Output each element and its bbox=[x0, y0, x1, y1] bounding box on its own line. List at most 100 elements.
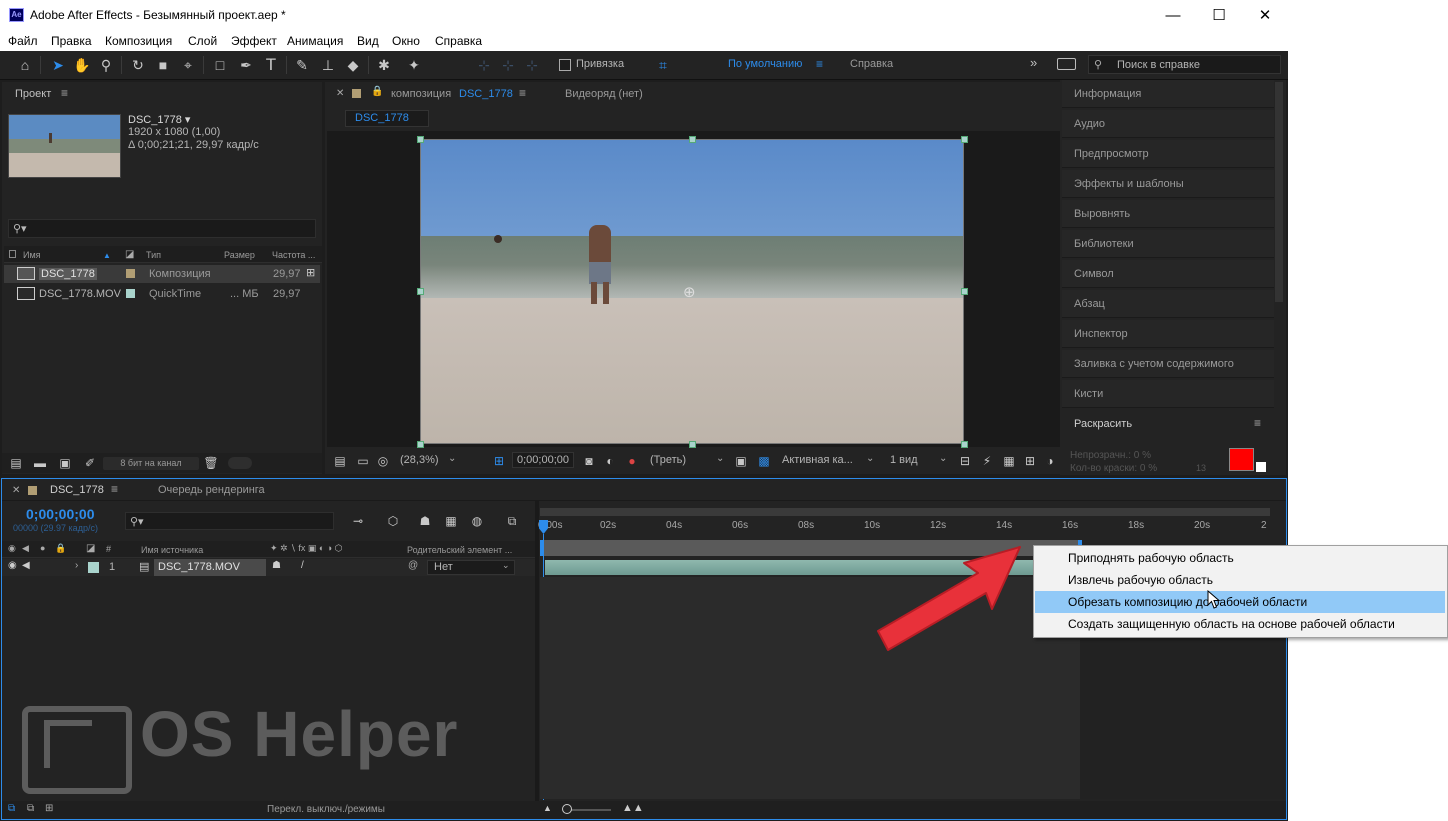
transform-handle[interactable] bbox=[961, 288, 968, 295]
chevron-down-icon[interactable]: ⌄ bbox=[939, 453, 947, 464]
layer-switches-toggle-icon[interactable]: ⧉ bbox=[8, 803, 15, 814]
chevron-down-icon[interactable]: ⌄ bbox=[502, 560, 510, 571]
snapshot-icon[interactable]: ◙ bbox=[579, 451, 599, 471]
transform-handle[interactable] bbox=[689, 441, 696, 448]
safe-margins-icon[interactable]: ⊞ bbox=[489, 451, 509, 471]
menu-edit[interactable]: Правка bbox=[51, 34, 92, 48]
toggle-pixel-aspect-icon[interactable]: ⊟ bbox=[955, 451, 975, 471]
panel-preview[interactable]: Предпросмотр bbox=[1062, 140, 1274, 168]
render-queue-tab[interactable]: Очередь рендеринга bbox=[158, 484, 265, 496]
pan-behind-icon[interactable]: ⌖ bbox=[178, 55, 198, 75]
project-row-name[interactable]: DSC_1778.MOV bbox=[39, 288, 121, 300]
draft-3d-icon[interactable]: ⬡ bbox=[383, 511, 403, 531]
selection-icon[interactable]: ➤ bbox=[48, 55, 68, 75]
shy-layers-icon[interactable]: ☗ bbox=[415, 511, 435, 531]
paint-panel-title[interactable]: Раскрасить bbox=[1074, 418, 1132, 430]
composition-tab-label[interactable]: композиция bbox=[391, 88, 451, 100]
zoom-level-select[interactable]: (28,3%) bbox=[400, 454, 439, 466]
menu-effect[interactable]: Эффект bbox=[231, 34, 277, 48]
workspace-default[interactable]: По умолчанию bbox=[728, 58, 802, 70]
axis-world-icon[interactable]: ⊹ bbox=[498, 55, 518, 75]
pen-icon[interactable]: ✒ bbox=[236, 55, 256, 75]
snap-checkbox[interactable] bbox=[559, 59, 571, 71]
axis-view-icon[interactable]: ⊹ bbox=[522, 55, 542, 75]
flowchart-icon[interactable]: ⊞ bbox=[1020, 451, 1040, 471]
text-icon[interactable]: T bbox=[261, 55, 281, 75]
rectangle-icon[interactable]: □ bbox=[210, 55, 230, 75]
sync-settings-icon[interactable] bbox=[1057, 58, 1076, 70]
help-search-input[interactable]: ⚲ Поиск в справке bbox=[1088, 55, 1281, 74]
puppet-pin-icon[interactable]: ✦ bbox=[404, 55, 424, 75]
audio-speaker-icon[interactable]: ◀ bbox=[22, 560, 30, 571]
view-layout-select[interactable]: 1 вид bbox=[890, 454, 918, 466]
roto-brush-icon[interactable]: ✱ bbox=[374, 55, 394, 75]
transform-handle[interactable] bbox=[417, 136, 424, 143]
project-panel-title[interactable]: Проект bbox=[15, 88, 51, 100]
paint-foreground-color[interactable] bbox=[1229, 448, 1254, 471]
adjust-settings-icon[interactable]: ✐ bbox=[80, 453, 100, 473]
time-ruler[interactable] bbox=[540, 517, 1270, 539]
column-type[interactable]: Тип bbox=[146, 250, 161, 260]
resolution-select[interactable]: (Треть) bbox=[650, 454, 686, 466]
time-navigator-bar[interactable] bbox=[540, 508, 1270, 516]
minimize-button[interactable]: — bbox=[1150, 0, 1196, 31]
hand-icon[interactable]: ✋ bbox=[72, 55, 92, 75]
panel-libraries[interactable]: Библиотеки bbox=[1062, 230, 1274, 258]
visibility-eye-icon[interactable]: ◉ bbox=[8, 560, 17, 571]
pick-whip-icon[interactable]: @ bbox=[408, 560, 418, 571]
transparency-grid-icon[interactable]: ▩ bbox=[754, 451, 774, 471]
transfer-controls-toggle-icon[interactable]: ⧉ bbox=[27, 803, 34, 814]
close-tab-icon[interactable]: ✕ bbox=[12, 485, 20, 496]
project-scroll-thumb[interactable] bbox=[228, 457, 252, 469]
lock-icon[interactable]: 🔒 bbox=[371, 86, 383, 97]
layer-label-color[interactable] bbox=[88, 562, 99, 573]
graph-editor-icon[interactable]: ⧉ bbox=[502, 511, 522, 531]
rotate-icon[interactable]: ↻ bbox=[128, 55, 148, 75]
motion-blur-icon[interactable]: ◍ bbox=[467, 511, 487, 531]
panel-menu-icon[interactable]: ≡ bbox=[111, 482, 118, 496]
column-fps[interactable]: Частота ... bbox=[272, 250, 315, 260]
project-item-name[interactable]: DSC_1778 ▾ bbox=[128, 113, 190, 126]
panel-menu-icon[interactable]: ≡ bbox=[61, 86, 68, 100]
transform-handle[interactable] bbox=[961, 441, 968, 448]
layer-name[interactable]: DSC_1778.MOV bbox=[154, 559, 266, 576]
zoom-slider-thumb[interactable] bbox=[562, 804, 572, 814]
project-search-input[interactable]: ⚲▾ bbox=[8, 219, 316, 238]
column-name[interactable]: Имя bbox=[23, 250, 41, 260]
region-of-interest-icon[interactable]: ▣ bbox=[731, 451, 751, 471]
menu-view[interactable]: Вид bbox=[357, 34, 379, 48]
transform-handle[interactable] bbox=[417, 441, 424, 448]
zoom-icon[interactable]: ⚲ bbox=[96, 55, 116, 75]
chevron-down-icon[interactable]: ⌄ bbox=[448, 453, 456, 464]
workspace-menu-icon[interactable]: ≡ bbox=[816, 57, 823, 71]
maximize-button[interactable]: ☐ bbox=[1196, 0, 1242, 31]
menu-layer[interactable]: Слой bbox=[188, 34, 217, 48]
menu-help[interactable]: Справка bbox=[435, 34, 482, 48]
home-icon[interactable]: ⌂ bbox=[15, 55, 35, 75]
panel-menu-icon[interactable]: ≡ bbox=[519, 86, 526, 100]
label-color-swatch[interactable] bbox=[126, 289, 135, 298]
trash-icon[interactable]: 🗑 bbox=[201, 453, 221, 473]
monitor-icon[interactable]: ▭ bbox=[353, 451, 373, 471]
interpret-footage-icon[interactable]: ▤ bbox=[6, 453, 26, 473]
paint-background-color[interactable] bbox=[1256, 462, 1266, 472]
bit-depth-button[interactable]: 8 бит на канал bbox=[103, 457, 199, 470]
clone-stamp-icon[interactable]: ⊥ bbox=[318, 55, 338, 75]
chevron-down-icon[interactable]: ⌄ bbox=[866, 453, 874, 464]
quality-switch-icon[interactable]: / bbox=[301, 560, 304, 571]
panel-audio[interactable]: Аудио bbox=[1062, 110, 1274, 138]
menu-composition[interactable]: Композиция bbox=[105, 34, 172, 48]
new-composition-icon[interactable]: ▣ bbox=[55, 453, 75, 473]
composition-tab-name[interactable]: DSC_1778 bbox=[459, 88, 513, 100]
camera-icon[interactable]: ■ bbox=[153, 55, 173, 75]
transform-handle[interactable] bbox=[961, 136, 968, 143]
panel-info[interactable]: Информация bbox=[1062, 80, 1274, 108]
column-size[interactable]: Размер bbox=[224, 250, 255, 260]
eraser-icon[interactable]: ◆ bbox=[343, 55, 363, 75]
timeline-icon[interactable]: ▦ bbox=[999, 451, 1019, 471]
active-camera-select[interactable]: Активная ка... bbox=[782, 454, 853, 466]
mask-visibility-icon[interactable]: ◎ bbox=[373, 451, 393, 471]
menu-item-extract-work-area[interactable]: Извлечь рабочую область bbox=[1035, 569, 1445, 591]
composition-navigator-chip[interactable]: DSC_1778 bbox=[345, 110, 429, 127]
close-tab-icon[interactable]: ✕ bbox=[336, 88, 344, 99]
